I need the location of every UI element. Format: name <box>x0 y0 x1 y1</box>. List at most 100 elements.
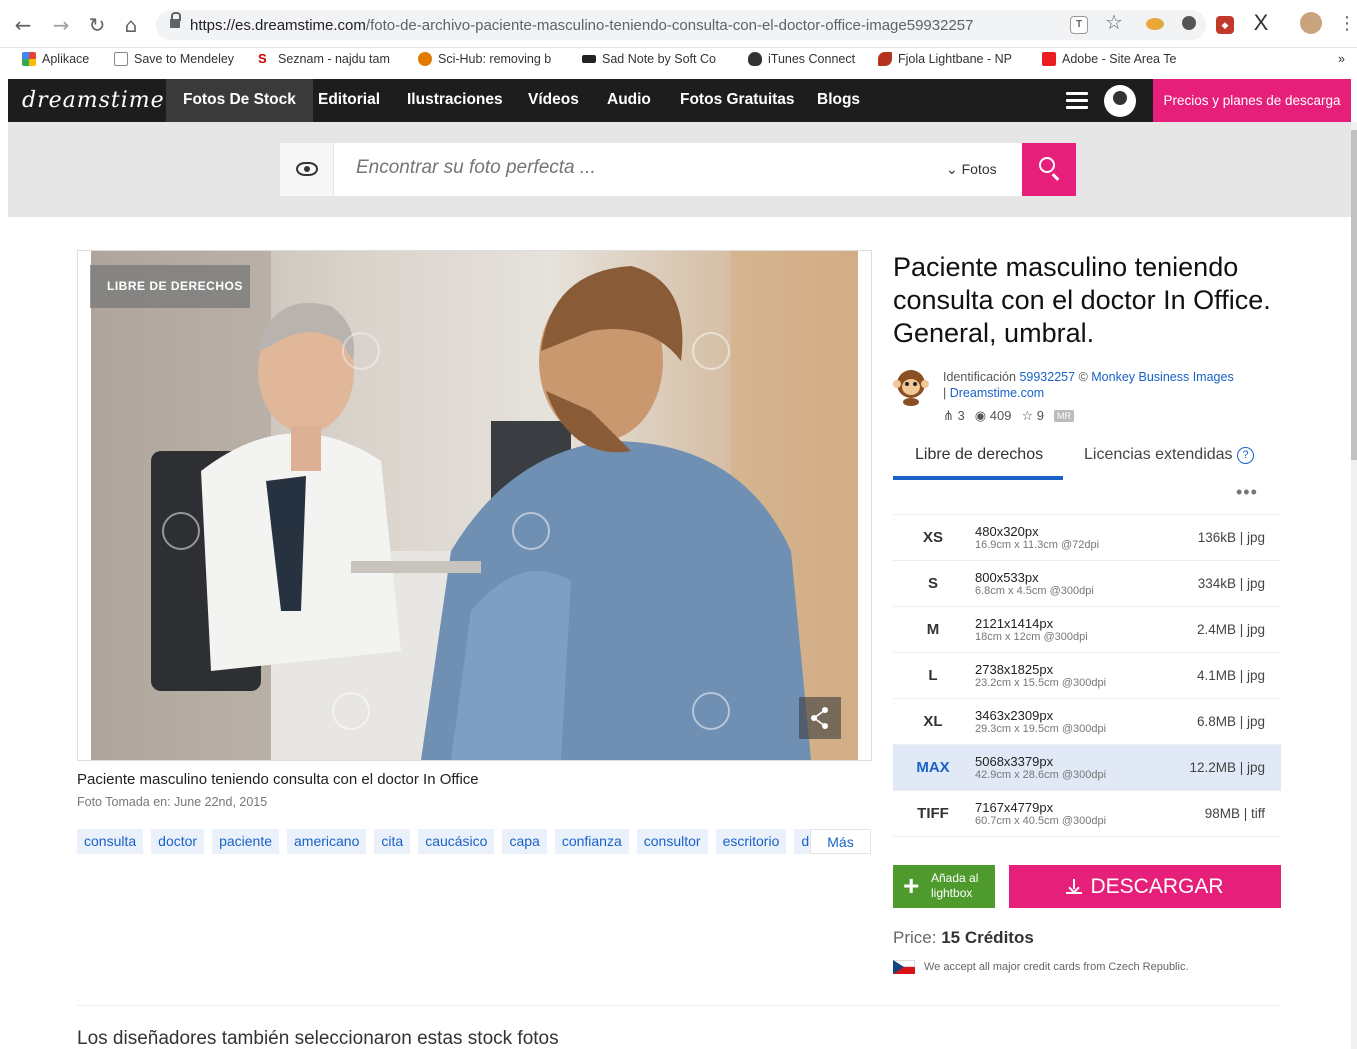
nav-editorial[interactable]: Editorial <box>301 79 397 122</box>
size-row-l[interactable]: L 2738x1825px 23.2cm x 15.5cm @300dpi 4.1MB… <box>893 653 1281 699</box>
bookmark-item[interactable]: Sci-Hub: removing b <box>418 52 551 66</box>
royalty-free-badge: LIBRE DE DERECHOS <box>90 265 250 308</box>
author-link[interactable]: Monkey Business Images <box>1091 370 1233 384</box>
address-bar[interactable]: https://es.dreamstime.com/foto-de-archiv… <box>156 10 1206 40</box>
extension-cookie-icon[interactable] <box>1146 18 1164 30</box>
reload-icon[interactable]: ↻ <box>86 14 108 36</box>
size-file-info: 98MB | tiff <box>1204 806 1265 821</box>
bookmark-item[interactable]: Fjola Lightbane - NP <box>878 52 1012 66</box>
author-monkey-avatar[interactable] <box>893 368 929 406</box>
browser-toolbar: ← → ↻ ⌂ https://es.dreamstime.com/foto-d… <box>0 0 1357 48</box>
size-print-dimensions: 18cm x 12cm @300dpi <box>975 631 1088 643</box>
size-file-info: 6.8MB | jpg <box>1196 714 1265 729</box>
photo-date: Foto Tomada en: June 22nd, 2015 <box>77 795 268 809</box>
dreamstime-link[interactable]: Dreamstime.com <box>950 386 1044 400</box>
share-icon <box>811 707 828 729</box>
home-icon[interactable]: ⌂ <box>120 14 142 36</box>
share-count-icon: ⋔ <box>943 408 954 423</box>
adobe-icon <box>1042 52 1056 66</box>
likes-stat: ☆ 9 <box>1021 408 1044 424</box>
search-button[interactable] <box>1022 143 1076 196</box>
menu-kebab-icon[interactable]: ⋮ <box>1336 12 1357 34</box>
tag-chip[interactable]: americano <box>287 829 367 854</box>
hamburger-menu-icon[interactable] <box>1066 92 1088 110</box>
profile-avatar-icon[interactable] <box>1300 12 1322 34</box>
nav-fotos-gratuitas[interactable]: Fotos Gratuitas <box>663 79 812 122</box>
lightbox-label: Añada al lightbox <box>931 871 978 901</box>
search-input[interactable] <box>356 157 916 179</box>
size-row-xs[interactable]: XS 480x320px 16.9cm x 11.3cm @72dpi 136kB |… <box>893 515 1281 561</box>
bookmark-item[interactable]: Sad Note by Soft Co <box>582 52 716 66</box>
ident-separator: | <box>943 386 947 400</box>
tab-licencias-extendidas[interactable]: Licencias extendidas ? <box>1084 446 1254 464</box>
tag-chip[interactable]: confianza <box>554 829 629 854</box>
nav-blogs[interactable]: Blogs <box>800 79 877 122</box>
size-row-max[interactable]: MAX 5068x3379px 42.9cm x 28.6cm @300dpi 12.… <box>893 745 1281 791</box>
nav-fotos-de-stock[interactable]: Fotos De Stock <box>166 79 313 122</box>
scrollbar-thumb[interactable] <box>1351 130 1357 460</box>
size-pixels: 7167x4779px <box>975 800 1054 815</box>
size-pixels: 2738x1825px <box>975 662 1054 677</box>
size-options-table: XS 480x320px 16.9cm x 11.3cm @72dpi 136kB |… <box>893 514 1281 837</box>
tag-chip[interactable]: cita <box>374 829 411 854</box>
bookmark-item[interactable]: iTunes Connect <box>748 52 855 66</box>
tag-chip[interactable]: doctor <box>151 829 205 854</box>
seznam-s-icon: S <box>258 51 267 66</box>
bookmarks-overflow-button[interactable]: » <box>1338 52 1345 66</box>
image-id-link[interactable]: 59932257 <box>1019 370 1075 384</box>
page-icon <box>114 52 128 66</box>
tag-chip[interactable]: consulta <box>77 829 144 854</box>
download-button[interactable]: DESCARGAR <box>1009 865 1281 908</box>
more-options-icon[interactable]: ••• <box>1236 482 1258 503</box>
nav-audio[interactable]: Audio <box>590 79 668 122</box>
size-print-dimensions: 23.2cm x 15.5cm @300dpi <box>975 677 1107 689</box>
add-to-lightbox-button[interactable]: + Añada al lightbox <box>893 865 995 908</box>
forward-arrow-icon[interactable]: → <box>50 14 72 36</box>
bookmark-item[interactable]: Adobe - Site Area Te <box>1042 52 1176 66</box>
size-print-dimensions: 16.9cm x 11.3cm @72dpi <box>975 539 1100 551</box>
url-text[interactable]: https://es.dreamstime.com/foto-de-archiv… <box>190 17 973 34</box>
tag-chip[interactable]: capa <box>502 829 547 854</box>
share-button[interactable] <box>799 697 841 739</box>
site-header: dreamstime. Fotos De Stock Editorial Ilu… <box>8 79 1351 122</box>
extension-red-icon[interactable]: ◆ <box>1216 16 1234 34</box>
help-question-icon[interactable]: ? <box>1237 447 1254 464</box>
back-arrow-icon[interactable]: ← <box>12 14 34 36</box>
size-print-dimensions: 42.9cm x 28.6cm @300dpi <box>975 769 1107 781</box>
likes-count: 9 <box>1036 408 1044 423</box>
tab-libre-de-derechos[interactable]: Libre de derechos <box>915 446 1043 464</box>
translate-icon[interactable]: T <box>1070 16 1088 34</box>
size-row-tiff[interactable]: TIFF 7167x4779px 60.7cm x 40.5cm @300dpi 98… <box>893 791 1281 837</box>
bookmark-item[interactable]: S Seznam - najdu tam <box>258 51 390 67</box>
nav-videos[interactable]: Vídeos <box>511 79 596 122</box>
more-tags-button[interactable]: Más <box>810 829 871 854</box>
nav-ilustraciones[interactable]: Ilustraciones <box>390 79 520 122</box>
bookmark-star-icon[interactable]: ☆ <box>1103 12 1125 34</box>
search-box: ⌄ Fotos <box>280 143 1076 196</box>
size-row-m[interactable]: M 2121x1414px 18cm x 12cm @300dpi 2.4MB | j… <box>893 607 1281 653</box>
size-pixels: 480x320px <box>975 524 1039 539</box>
lightbox-label-line2: lightbox <box>931 886 973 900</box>
search-type-select[interactable]: ⌄ Fotos <box>946 161 997 178</box>
tag-chip[interactable]: caucásico <box>418 829 495 854</box>
active-tab-indicator <box>893 476 1063 480</box>
extension-bulb-icon[interactable] <box>1182 16 1196 30</box>
bookmark-label: Sad Note by Soft Co <box>602 52 716 66</box>
pricing-plans-button[interactable]: Precios y planes de descarga <box>1153 79 1351 122</box>
tag-chip[interactable]: consultor <box>636 829 708 854</box>
size-code: S <box>927 575 938 592</box>
user-avatar-icon[interactable] <box>1104 85 1136 117</box>
size-row-s[interactable]: S 800x533px 6.8cm x 4.5cm @300dpi 334kB | j… <box>893 561 1281 607</box>
bookmark-item[interactable]: Save to Mendeley <box>114 52 234 66</box>
search-type-label: Fotos <box>961 161 997 177</box>
bookmark-item[interactable]: Aplikace <box>22 52 89 66</box>
stock-photo[interactable] <box>91 251 858 760</box>
tag-chip[interactable]: paciente <box>212 829 280 854</box>
size-file-info: 2.4MB | jpg <box>1196 622 1265 637</box>
extension-x-icon[interactable]: X <box>1250 12 1272 34</box>
visual-search-button[interactable] <box>280 143 334 196</box>
dreamstime-logo[interactable]: dreamstime. <box>22 88 173 113</box>
size-row-xl[interactable]: XL 3463x2309px 29.3cm x 19.5cm @300dpi 6.8M… <box>893 699 1281 745</box>
eye-view-icon: ◉ <box>974 408 987 423</box>
tag-chip[interactable]: escritorio <box>715 829 787 854</box>
